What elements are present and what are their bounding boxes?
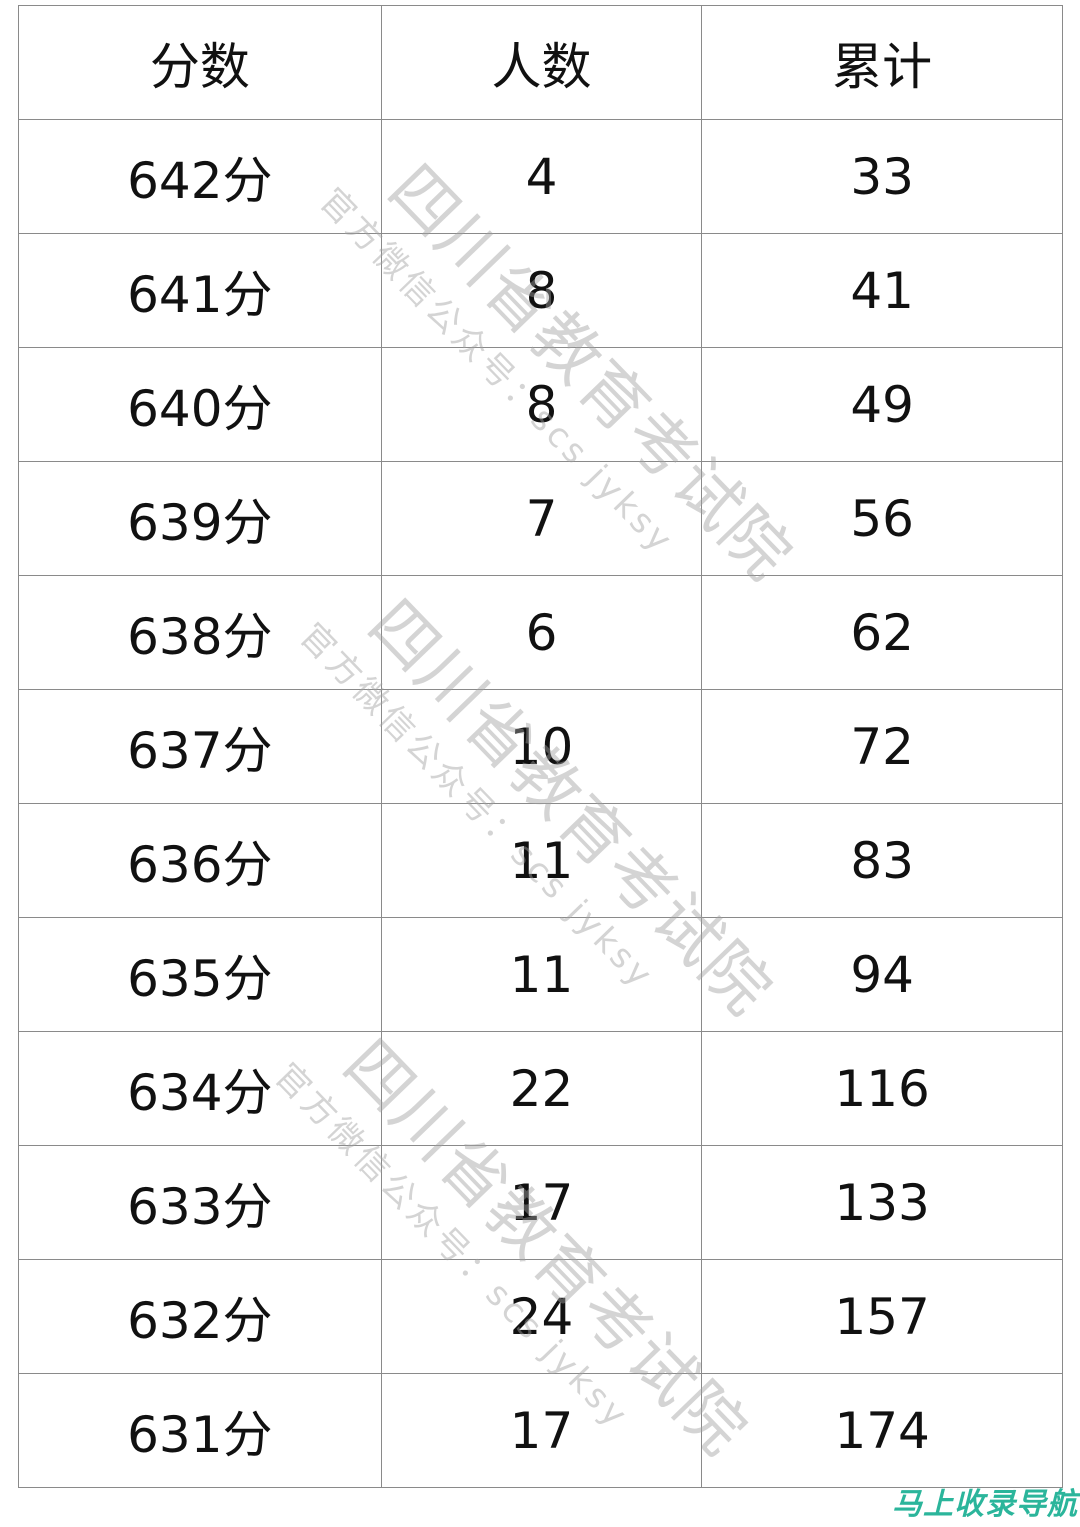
table-row: 632分 24 157: [18, 1259, 1063, 1374]
count-cell: 6: [380, 575, 703, 690]
table-row: 636分 11 83: [18, 803, 1063, 918]
score-cell: 632分: [18, 1259, 382, 1374]
cumulative-cell: 116: [701, 1031, 1063, 1146]
cumulative-cell: 157: [701, 1259, 1063, 1374]
header-row: 分数 人数 累计: [18, 5, 1063, 120]
cumulative-cell: 94: [701, 917, 1063, 1032]
score-cell: 633分: [18, 1145, 382, 1260]
score-cell: 639分: [18, 461, 382, 576]
cumulative-cell: 72: [701, 689, 1063, 804]
count-cell: 8: [380, 347, 703, 462]
cumulative-cell: 49: [701, 347, 1063, 462]
score-cell: 631分: [18, 1373, 382, 1488]
table-row: 631分 17 174: [18, 1373, 1063, 1488]
table-row: 637分 10 72: [18, 689, 1063, 804]
table-row: 641分 8 41: [18, 233, 1063, 348]
header-count: 人数: [380, 5, 703, 120]
score-cell: 637分: [18, 689, 382, 804]
cumulative-cell: 33: [701, 119, 1063, 234]
cumulative-cell: 62: [701, 575, 1063, 690]
count-cell: 11: [380, 803, 703, 918]
cumulative-cell: 133: [701, 1145, 1063, 1260]
score-cell: 636分: [18, 803, 382, 918]
count-cell: 10: [380, 689, 703, 804]
count-cell: 4: [380, 119, 703, 234]
cumulative-cell: 41: [701, 233, 1063, 348]
count-cell: 17: [380, 1145, 703, 1260]
cumulative-cell: 83: [701, 803, 1063, 918]
score-cell: 634分: [18, 1031, 382, 1146]
cumulative-cell: 56: [701, 461, 1063, 576]
score-cell: 640分: [18, 347, 382, 462]
score-table: 分数 人数 累计 642分 4 33 641分 8 41 640分 8 49 639分 7 56 638…: [18, 5, 1063, 1488]
score-cell: 641分: [18, 233, 382, 348]
count-cell: 24: [380, 1259, 703, 1374]
header-score: 分数: [18, 5, 382, 120]
count-cell: 11: [380, 917, 703, 1032]
score-cell: 635分: [18, 917, 382, 1032]
header-cumulative: 累计: [701, 5, 1063, 120]
count-cell: 17: [380, 1373, 703, 1488]
table-row: 635分 11 94: [18, 917, 1063, 1032]
brand-logo: 马上收录导航: [892, 1487, 1078, 1522]
table-row: 639分 7 56: [18, 461, 1063, 576]
table-row: 638分 6 62: [18, 575, 1063, 690]
cumulative-cell: 174: [701, 1373, 1063, 1488]
table-row: 634分 22 116: [18, 1031, 1063, 1146]
count-cell: 7: [380, 461, 703, 576]
table-row: 640分 8 49: [18, 347, 1063, 462]
table-row: 642分 4 33: [18, 119, 1063, 234]
score-cell: 642分: [18, 119, 382, 234]
score-cell: 638分: [18, 575, 382, 690]
table-row: 633分 17 133: [18, 1145, 1063, 1260]
count-cell: 8: [380, 233, 703, 348]
count-cell: 22: [380, 1031, 703, 1146]
